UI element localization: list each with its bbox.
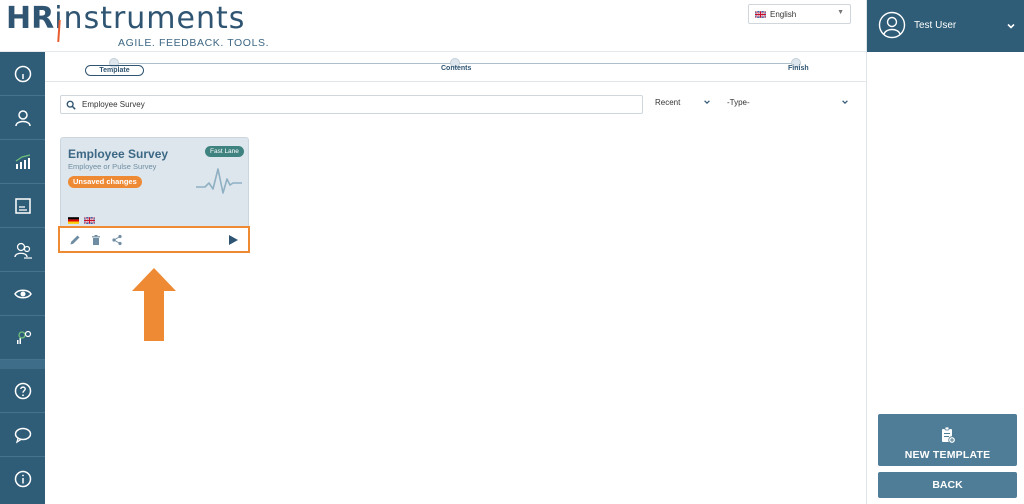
new-template-label: NEW TEMPLATE — [904, 449, 991, 461]
start-button[interactable] — [226, 233, 240, 247]
new-template-button[interactable]: NEW TEMPLATE — [878, 414, 1017, 466]
play-icon — [229, 235, 238, 245]
settings-chart-icon — [16, 330, 31, 344]
card-title: Employee Survey — [68, 147, 169, 161]
search-box[interactable] — [60, 95, 643, 114]
pencil-icon — [70, 235, 80, 245]
unsaved-changes-badge: Unsaved changes — [68, 176, 142, 188]
sort-select[interactable]: Recent — [655, 98, 680, 107]
progress-stepper: Template Contents Finish — [45, 52, 866, 82]
chat-bubble-icon — [14, 427, 31, 443]
card-action-bar — [58, 226, 250, 253]
fast-lane-badge: Fast Lane — [205, 146, 244, 157]
logo-main: instruments — [54, 1, 246, 36]
back-button[interactable]: BACK — [878, 472, 1017, 498]
sidebar-item-user[interactable] — [0, 96, 45, 140]
german-flag-icon — [68, 217, 79, 224]
logo-tagline: AGILE. FEEDBACK. TOOLS. — [118, 37, 270, 49]
left-sidebar — [0, 52, 45, 504]
step-contents[interactable]: Contents — [441, 65, 471, 72]
sidebar-item-dashboard[interactable] — [0, 52, 45, 96]
team-users-icon — [13, 242, 32, 259]
share-icon — [112, 234, 122, 246]
sidebar-item-help[interactable] — [0, 369, 45, 413]
search-icon — [66, 100, 76, 110]
chevron-down-icon[interactable] — [703, 98, 711, 106]
uk-flag-icon — [755, 10, 766, 18]
clipboard-add-icon — [941, 426, 956, 444]
document-list-icon — [14, 197, 31, 214]
chevron-down-icon — [1007, 23, 1015, 29]
sidebar-item-analytics[interactable] — [0, 140, 45, 184]
dashboard-gauge-icon — [14, 65, 31, 82]
sidebar-divider — [0, 360, 45, 369]
user-menu[interactable]: Test User — [867, 0, 1024, 52]
sidebar-item-chat[interactable] — [0, 413, 45, 457]
sidebar-item-documents[interactable] — [0, 184, 45, 228]
language-select[interactable]: English ▼ — [748, 4, 851, 24]
app-root: HRinstruments AGILE. FEEDBACK. TOOLS. En… — [0, 0, 1024, 504]
logo[interactable]: HRinstruments AGILE. FEEDBACK. TOOLS. — [6, 2, 269, 50]
top-header: HRinstruments AGILE. FEEDBACK. TOOLS. En… — [0, 0, 866, 52]
orange-up-arrow-icon — [132, 268, 176, 341]
search-input[interactable] — [82, 100, 622, 109]
logo-prefix: HR — [6, 1, 55, 36]
sidebar-item-settings[interactable] — [0, 316, 45, 360]
help-icon — [14, 382, 31, 399]
info-icon — [14, 470, 31, 488]
type-select[interactable]: -Type- — [727, 98, 750, 107]
sidebar-item-teams[interactable] — [0, 228, 45, 272]
chevron-down-icon[interactable] — [841, 98, 849, 106]
step-template[interactable]: Template — [85, 65, 144, 76]
chevron-down-icon: ▼ — [837, 9, 844, 16]
sidebar-item-view[interactable] — [0, 272, 45, 316]
delete-button[interactable] — [89, 233, 103, 247]
uk-flag-icon — [84, 217, 95, 224]
card-subtitle: Employee or Pulse Survey — [68, 162, 157, 171]
pulse-wave-icon — [196, 168, 242, 194]
user-icon — [14, 109, 31, 126]
language-label: English — [770, 9, 797, 19]
eye-icon — [13, 289, 32, 298]
trash-icon — [92, 235, 100, 245]
right-panel: Test User NEW TEMPLATE BACK — [866, 0, 1024, 504]
analytics-chart-icon — [15, 153, 30, 169]
avatar-icon — [878, 11, 906, 39]
sidebar-item-info[interactable] — [0, 457, 45, 501]
step-finish[interactable]: Finish — [788, 65, 809, 72]
card-language-flags — [68, 217, 95, 224]
edit-button[interactable] — [68, 233, 82, 247]
user-name: Test User — [914, 20, 957, 31]
share-button[interactable] — [110, 233, 124, 247]
logo-wordmark: HRinstruments — [6, 2, 245, 36]
